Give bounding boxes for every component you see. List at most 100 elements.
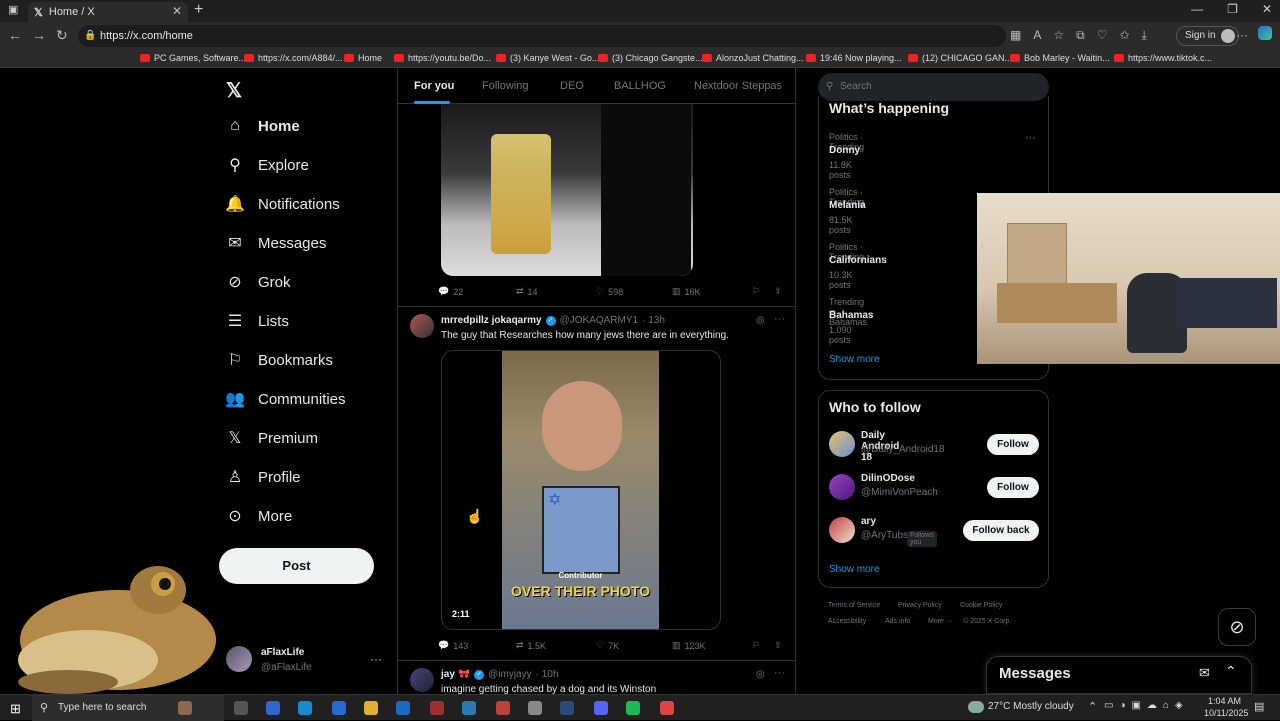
messages-drawer[interactable]: Messages ✉ ⌃: [986, 656, 1252, 694]
clock-date[interactable]: 10/11/2025: [1204, 708, 1248, 718]
bookmark-item[interactable]: https://www.tiktok.c...: [1114, 53, 1212, 63]
bookmark-item[interactable]: https://x.com/A884/...: [244, 53, 343, 63]
notifications-icon[interactable]: ▤: [1254, 700, 1264, 713]
share-icon[interactable]: ⇪: [774, 640, 782, 651]
like-button[interactable]: ♡ 7K: [596, 640, 672, 651]
nav-communities[interactable]: 👥 Communities: [225, 390, 345, 409]
like-button[interactable]: ♡ 598: [596, 286, 672, 297]
maximize-icon[interactable]: ❐: [1227, 2, 1238, 16]
footer-link[interactable]: © 2025 X Corp.: [963, 618, 1011, 625]
refresh-icon[interactable]: ↻: [56, 27, 68, 44]
nav-lists[interactable]: ☰ Lists: [226, 312, 289, 331]
bookmark-item[interactable]: PC Games, Software...: [140, 53, 246, 63]
bookmark-item[interactable]: https://youtu.be/Do...: [394, 53, 491, 63]
grok-explain-icon[interactable]: ◎: [756, 315, 765, 326]
clock-time[interactable]: 1:04 AM: [1208, 696, 1241, 706]
close-tab-icon[interactable]: ✕: [172, 4, 182, 18]
wtf-show-more[interactable]: Show more: [829, 564, 880, 575]
chrome-icon[interactable]: [660, 701, 674, 715]
close-window-icon[interactable]: ✕: [1262, 2, 1272, 16]
weather-text[interactable]: 27°C Mostly cloudy: [988, 701, 1074, 712]
account-more-icon[interactable]: ···: [370, 652, 382, 666]
views-button[interactable]: ▥ 123K: [672, 640, 752, 651]
tweet-author-name[interactable]: mrredpillz jokaqarmy: [441, 315, 542, 326]
tab-actions-icon[interactable]: ▣: [8, 3, 18, 16]
post-button[interactable]: Post: [219, 548, 374, 584]
grok-explain-icon[interactable]: ◎: [756, 669, 765, 680]
forward-icon[interactable]: →: [32, 27, 46, 43]
back-icon[interactable]: ←: [8, 27, 22, 43]
copilot-icon[interactable]: [1258, 26, 1272, 40]
footer-link[interactable]: Ads info: [885, 618, 910, 625]
new-message-icon[interactable]: ✉: [1199, 665, 1210, 681]
grok-float-button[interactable]: ⊘: [1218, 608, 1256, 646]
suggested-name[interactable]: DilinODose: [861, 473, 915, 484]
footer-link[interactable]: Accessibility: [828, 618, 866, 625]
store-icon[interactable]: [332, 701, 346, 715]
footer-link[interactable]: More ···: [928, 618, 953, 625]
tab-deo[interactable]: DEO: [560, 80, 584, 92]
retweet-button[interactable]: ⇄ 14: [516, 286, 596, 297]
game-icon[interactable]: [430, 701, 444, 715]
tweet-more-icon[interactable]: ···: [774, 313, 785, 325]
suggested-avatar[interactable]: [829, 431, 855, 457]
outlook-icon[interactable]: [396, 701, 410, 715]
tab-ballhog[interactable]: BALLHOG: [614, 80, 666, 92]
favorite-star-icon[interactable]: ☆: [1053, 28, 1064, 43]
favorites-icon[interactable]: ✩: [1119, 28, 1129, 43]
suggested-name[interactable]: ary: [861, 516, 876, 527]
read-aloud-icon[interactable]: A: [1033, 28, 1041, 43]
windows-start-icon[interactable]: ⊞: [10, 701, 21, 717]
bird-app-icon[interactable]: [178, 701, 192, 715]
tweet-time[interactable]: · 10h: [536, 669, 559, 680]
edge-icon[interactable]: [298, 701, 312, 715]
tray-chevron-icon[interactable]: ⌃: [1088, 700, 1097, 713]
tweet-more-icon[interactable]: ···: [774, 667, 785, 679]
sign-in-button[interactable]: Sign in: [1176, 26, 1239, 46]
bookmark-icon[interactable]: ⚐: [752, 640, 774, 651]
bookmark-item[interactable]: (3) Kanye West - Go...: [496, 53, 599, 63]
system-tray-icons[interactable]: ▭◑▣☁⌂◈: [1104, 700, 1189, 711]
x-logo-icon[interactable]: 𝕏: [226, 78, 242, 103]
bookmark-item[interactable]: (12) CHICAGO GAN...: [908, 53, 1012, 63]
new-tab-icon[interactable]: +: [194, 1, 203, 19]
share-icon[interactable]: ⇪: [774, 286, 782, 297]
file-explorer-icon[interactable]: [364, 701, 378, 715]
reply-button[interactable]: 💬 22: [438, 286, 516, 297]
expand-icon[interactable]: ⌃: [1225, 663, 1237, 680]
nav-more[interactable]: ⊙ More: [226, 507, 292, 526]
trends-show-more[interactable]: Show more: [829, 354, 880, 365]
nav-bookmarks[interactable]: ⚐ Bookmarks: [226, 351, 333, 370]
extensions-icon[interactable]: ⧉: [1076, 28, 1085, 43]
tweet-author-avatar[interactable]: [410, 668, 434, 692]
browser-tab[interactable]: 𝕏 Home / X ✕: [28, 2, 188, 22]
follow-button[interactable]: Follow: [987, 477, 1039, 498]
tweet-video[interactable]: ✡ Contributor OVER THEIR PHOTO 2:11: [441, 350, 721, 630]
tweet-image[interactable]: [441, 104, 693, 276]
retweet-button[interactable]: ⇄ 1.5K: [516, 640, 596, 651]
nav-profile[interactable]: ♙ Profile: [226, 468, 301, 487]
tweet-author-handle[interactable]: @imyjayy: [488, 669, 532, 680]
steam-icon[interactable]: [560, 701, 574, 715]
task-view-icon[interactable]: [234, 701, 248, 715]
views-button[interactable]: ▥ 16K: [672, 286, 752, 297]
app-icon[interactable]: ▦: [1010, 28, 1021, 43]
trend-more-icon[interactable]: ···: [1025, 132, 1036, 144]
bookmark-item[interactable]: Home: [344, 53, 382, 63]
tweet-author-handle[interactable]: @JOKAQARMY1: [560, 315, 639, 326]
discord-icon[interactable]: [594, 701, 608, 715]
footer-link[interactable]: Cookie Policy: [960, 602, 1002, 609]
browser-essentials-icon[interactable]: ♡: [1097, 28, 1108, 43]
copilot-app-icon[interactable]: [266, 701, 280, 715]
app-icon[interactable]: [496, 701, 510, 715]
tab-nextdoor-steppas[interactable]: Nextdoor Steppas: [694, 80, 782, 92]
downloads-icon[interactable]: ⤓: [1142, 28, 1147, 43]
account-avatar[interactable]: [226, 646, 252, 672]
bookmark-icon[interactable]: ⚐: [752, 286, 774, 297]
follow-button[interactable]: Follow back: [963, 520, 1039, 541]
minimize-icon[interactable]: —: [1191, 2, 1203, 16]
nav-premium[interactable]: 𝕏 Premium: [226, 429, 318, 448]
footer-link[interactable]: Privacy Policy: [898, 602, 942, 609]
taskbar-search-input[interactable]: ⚲ Type here to search: [32, 695, 224, 721]
nav-notifications[interactable]: 🔔 Notifications: [225, 195, 340, 214]
